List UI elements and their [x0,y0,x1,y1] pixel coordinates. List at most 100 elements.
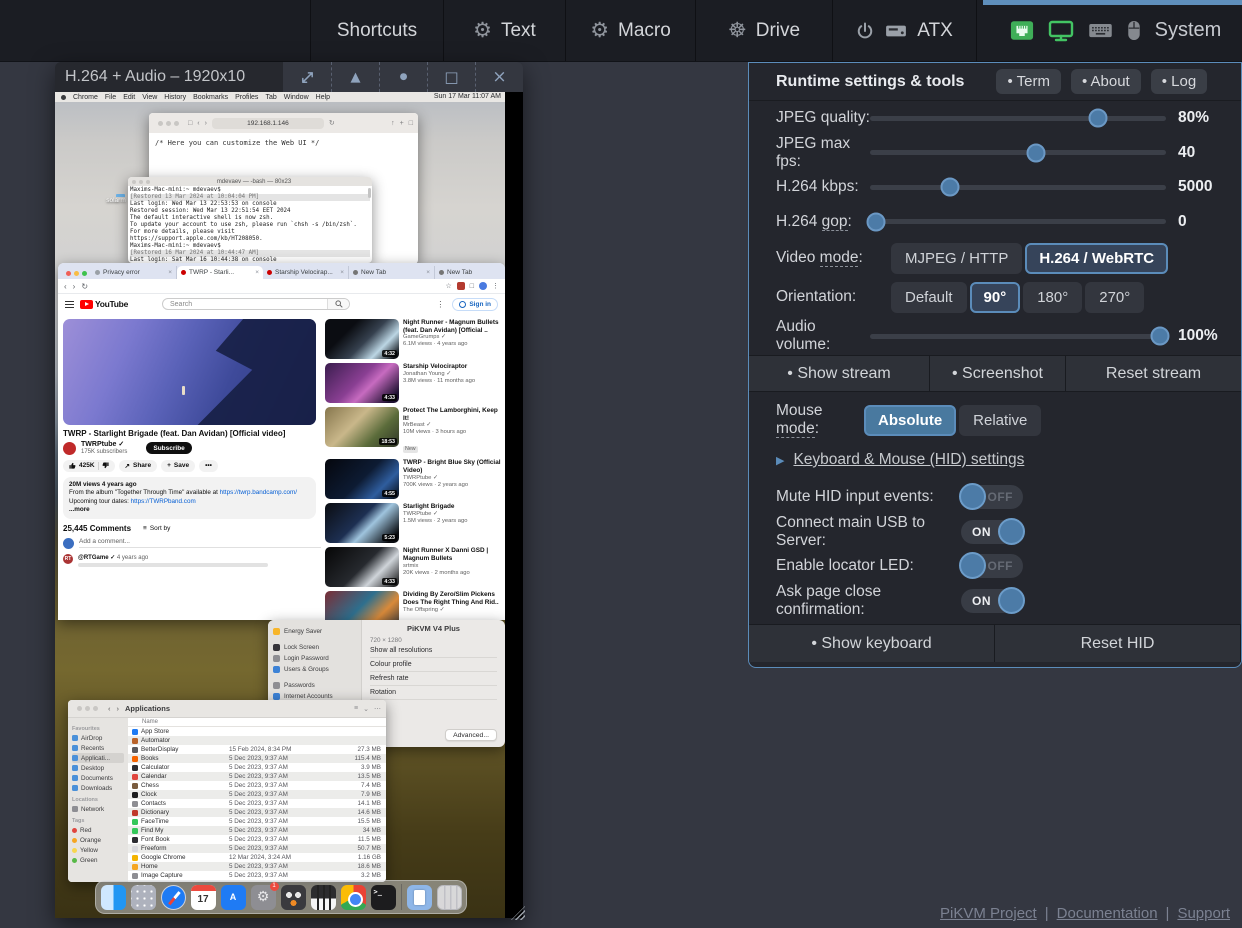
shade-window-icon[interactable]: ▲ [331,62,379,92]
file-date: 5 Dec 2023, 9:37 AM [229,845,321,852]
file-size: 14.1 MB [321,800,386,807]
keyboard-led-icon [1088,23,1113,38]
more-actions-button: ••• [199,460,218,472]
app-icon [132,765,138,771]
youtube-sidebar: 4:32 Night Runner - Magnum Bullets (feat… [325,319,503,620]
orientation-option[interactable]: 180° [1023,282,1082,313]
desktop-folder: solarm [103,197,129,204]
app-icon [132,783,138,789]
chrome-tab: Starship Velocirap... × [263,266,349,279]
tab-title: New Tab [447,269,505,276]
mac-dock: 17 A ⚙ 1 [95,880,467,914]
column-header-name: Name [128,718,386,727]
tab-favicon [181,270,186,275]
duration-badge: 5:23 [382,534,397,541]
toggle-knob[interactable] [959,483,986,510]
toggle-row: Enable locator LED: OFF [749,549,1241,584]
expand-icon[interactable] [283,62,331,92]
mac-clock: Sun 17 Mar 11:07 AM [434,92,501,102]
finder-title: Applications [125,704,170,713]
advanced-button: Advanced... [445,729,497,741]
slider-thumb[interactable] [1088,109,1107,128]
slider-thumb[interactable] [866,212,885,231]
panel-tab-button[interactable]: • About [1071,69,1141,94]
toggle-knob[interactable] [998,518,1025,545]
jpeg-quality-slider[interactable] [870,116,1166,121]
mode-hint-link[interactable]: mode [820,249,859,267]
gop-hint-link[interactable]: gop [822,213,848,231]
toggle-switch[interactable]: ON [961,589,1023,613]
app-icon [132,801,138,807]
file-row: Home 5 Dec 2023, 9:37 AM 18.6 MB [128,862,386,871]
toggle-switch[interactable]: OFF [961,554,1023,578]
file-date: 5 Dec 2023, 9:37 AM [229,755,321,762]
maximize-icon[interactable]: □ [427,62,475,92]
toggle-switch[interactable]: OFF [961,485,1023,509]
stream-action-button[interactable]: • Screenshot [930,356,1066,391]
documentation-link[interactable]: Documentation [1057,905,1158,922]
close-icon[interactable]: × [475,62,523,92]
toggle-knob[interactable] [998,587,1025,614]
settings-item-icon [273,628,280,635]
stream-action-button[interactable]: Reset stream [1066,356,1241,391]
h264-kbps-label: H.264 kbps: [776,178,870,196]
file-row: Chess 5 Dec 2023, 9:37 AM 7.4 MB [128,781,386,790]
settings-sidebar-item: Energy Saver [273,626,356,637]
menu-text[interactable]: ⚙ Text [443,0,565,61]
video-thumbnail: 4:55 [325,459,399,499]
save-button: +Save [161,460,195,472]
duration-badge: 4:55 [382,490,397,497]
video-mode-option[interactable]: MJPEG / HTTP [891,243,1022,274]
audio-volume-slider[interactable] [870,334,1166,339]
menu-macro[interactable]: ⚙ Macro [565,0,695,61]
video-actions: 425K ↗Share +Save ••• [63,460,321,472]
subscriber-count: 175K subscribers [81,449,127,456]
subscribe-button: Subscribe [146,442,191,454]
slider-thumb[interactable] [1151,327,1170,346]
mouse-mode-option[interactable]: Absolute [864,405,956,436]
menu-system[interactable]: System [976,0,1242,61]
suggested-video-title: Starlight Brigade [403,503,503,511]
mouse-led-icon [1127,20,1141,41]
menu-atx[interactable]: ATX [832,0,975,61]
footer-links: PiKVM Project|Documentation|Support [940,905,1230,922]
panel-tab-button[interactable]: • Term [996,69,1060,94]
stream-actions-row: • Show stream• ScreenshotReset stream [749,355,1241,392]
h264-gop-slider[interactable] [870,219,1166,224]
sidebar-item: Downloads [72,783,124,793]
hid-settings-link[interactable]: Keyboard & Mouse (HID) settings [793,451,1024,469]
support-link[interactable]: Support [1177,905,1230,922]
file-date: 5 Dec 2023, 9:37 AM [229,818,321,825]
mac-menu-item: View [142,94,157,101]
hid-action-button[interactable]: • Show keyboard [749,625,995,662]
panel-header: Runtime settings & tools • Term• About• … [749,63,1241,101]
stream-window-titlebar[interactable]: H.264 + Audio – 1920x10 ▲ ● □ × [55,62,523,92]
jpeg-fps-value: 40 [1178,144,1195,162]
toggle-knob[interactable] [959,552,986,579]
user-avatar [63,538,74,549]
slider-thumb[interactable] [1026,143,1045,162]
panel-tab-button[interactable]: • Log [1151,69,1207,94]
pikvm-project-link[interactable]: PiKVM Project [940,905,1037,922]
toggle-switch[interactable]: ON [961,520,1023,544]
mode-hint-link[interactable]: mode [776,420,815,438]
orientation-option[interactable]: Default [891,282,967,313]
h264-kbps-slider[interactable] [870,185,1166,190]
video-mode-option[interactable]: H.264 / WebRTC [1025,243,1168,274]
file-name: BetterDisplay [141,746,229,753]
suggested-video-meta: 1.5M views · 2 years ago [403,518,503,525]
menu-drive[interactable]: ☸ Drive [695,0,832,61]
orientation-option[interactable]: 270° [1085,282,1144,313]
hid-action-button[interactable]: Reset HID [995,625,1241,662]
jpeg-fps-slider[interactable] [870,150,1166,155]
menu-shortcuts[interactable]: Shortcuts [310,0,443,61]
terminal-title: mdevaev — -bash — 80x23 [154,179,372,185]
slider-thumb[interactable] [940,178,959,197]
stream-action-button[interactable]: • Show stream [749,356,930,391]
remote-desktop-stream[interactable]: ChromeFileEditViewHistoryBookmarksProfil… [55,92,523,918]
mouse-mode-option[interactable]: Relative [959,405,1041,436]
dot-resize-icon[interactable]: ● [379,62,427,92]
gear-icon: ⚙ [473,20,492,41]
thumbnail-art [164,319,316,425]
orientation-option[interactable]: 90° [970,282,1021,313]
